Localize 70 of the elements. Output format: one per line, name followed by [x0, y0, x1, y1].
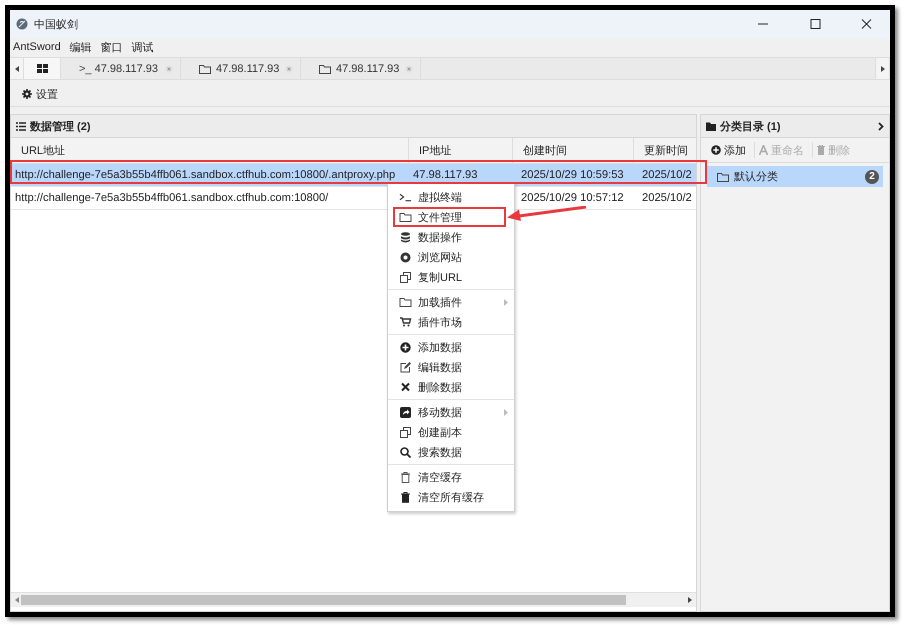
- add-icon: [399, 342, 412, 352]
- menu-item[interactable]: 清空缓存: [388, 467, 514, 487]
- menu-item[interactable]: 编辑数据: [388, 357, 514, 377]
- home-tab[interactable]: [24, 58, 61, 79]
- column-header[interactable]: 创建时间: [513, 138, 634, 163]
- toolbar-button[interactable]: 添加: [707, 142, 755, 158]
- category-item[interactable]: 默认分类 2: [707, 166, 883, 187]
- menu-item[interactable]: 编辑: [70, 40, 92, 54]
- menu-item[interactable]: 数据操作: [388, 227, 514, 247]
- trash-icon: [399, 492, 412, 502]
- menu-item[interactable]: 搜索数据: [388, 442, 514, 462]
- gear-icon: [22, 89, 32, 99]
- folder-icon: [399, 212, 412, 222]
- submenu-arrow-icon: [504, 298, 508, 306]
- menu-item[interactable]: AntSword: [13, 41, 61, 53]
- folder-icon: [199, 64, 211, 74]
- grid-icon: [36, 64, 48, 73]
- table-cell: 2025/10/29 10:57:12: [521, 192, 624, 204]
- browser-icon: [399, 252, 412, 262]
- menu-item[interactable]: 加载插件: [388, 292, 514, 312]
- table-cell: 47.98.117.93: [413, 169, 478, 181]
- list-icon: [16, 122, 26, 130]
- count-badge: 2: [865, 170, 879, 184]
- table-cell: 2025/10/29 10:59:53: [521, 169, 624, 181]
- add-icon: [711, 145, 721, 155]
- database-icon: [399, 232, 412, 242]
- table-cell: http://challenge-7e5a3b55b4ffb061.sandbox.ctfhub.com:10800/.antproxy.php: [15, 169, 396, 181]
- folder-icon: [717, 172, 729, 182]
- text-format-icon: [759, 145, 768, 155]
- menu-item[interactable]: 添加数据: [388, 337, 514, 357]
- menu-item[interactable]: 清空所有缓存: [388, 487, 514, 507]
- panel-title: 数据管理 (2): [30, 120, 90, 134]
- scroll-left-icon: [15, 597, 19, 603]
- table-cell: http://challenge-7e5a3b55b4ffb061.sandbox.ctfhub.com:10800/: [15, 192, 328, 204]
- app-logo-icon: [16, 18, 28, 30]
- panel-title: 分类目录 (1): [720, 120, 780, 134]
- horizontal-scrollbar[interactable]: [11, 592, 696, 607]
- window-title: 中国蚁剑: [34, 18, 78, 32]
- folder-icon: [706, 122, 716, 130]
- menu-item[interactable]: 创建副本: [388, 422, 514, 442]
- menu-item[interactable]: 虚拟终端: [388, 187, 514, 207]
- menu-item[interactable]: 窗口: [100, 40, 123, 54]
- folder-icon: [319, 64, 331, 74]
- search-icon: [399, 446, 412, 458]
- folder-icon: [399, 297, 412, 307]
- terminal-icon: [399, 192, 412, 202]
- edit-icon: [399, 362, 412, 372]
- trash-icon: [399, 472, 412, 482]
- copy-icon: [399, 272, 412, 282]
- column-header[interactable]: IP地址: [409, 138, 513, 163]
- menu-item[interactable]: 浏览网站: [388, 247, 514, 267]
- table-cell: 2025/10/2: [642, 192, 692, 204]
- menu-item[interactable]: 调试: [132, 40, 154, 54]
- settings-button[interactable]: 设置: [18, 84, 62, 104]
- scroll-left-icon[interactable]: [14, 66, 18, 72]
- column-header[interactable]: URL地址: [11, 138, 409, 163]
- move-icon: [399, 406, 412, 418]
- menu-item[interactable]: 移动数据: [388, 402, 514, 422]
- menu-item[interactable]: 复制URL: [388, 267, 514, 287]
- menu-item[interactable]: 插件市场: [388, 312, 514, 332]
- expand-icon[interactable]: [878, 122, 884, 130]
- submenu-arrow-icon: [504, 408, 508, 416]
- copy-icon: [399, 426, 412, 438]
- table-cell: 2025/10/2: [642, 169, 692, 181]
- scroll-right-icon[interactable]: [880, 66, 884, 72]
- cart-icon: [399, 317, 412, 327]
- delete-icon: [399, 382, 412, 392]
- scroll-right-icon: [688, 597, 692, 603]
- menu-item[interactable]: 删除数据: [388, 377, 514, 397]
- trash-icon: [817, 145, 825, 155]
